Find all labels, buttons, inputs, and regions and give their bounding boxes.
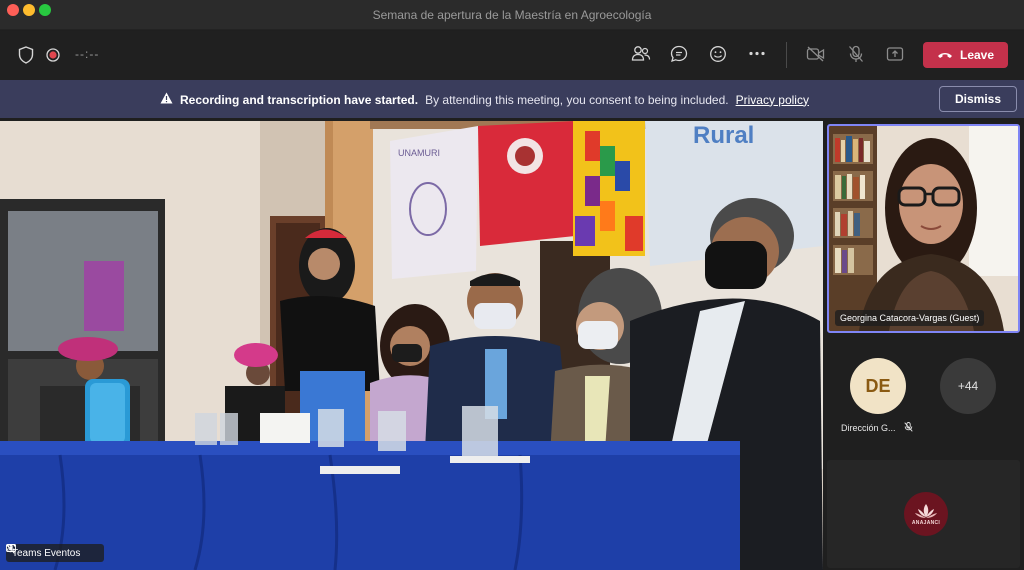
teams-meeting-window: Semana de apertura de la Maestría en Agr… — [0, 0, 1024, 570]
banner-unamuri-text: UNAMURI — [398, 148, 440, 158]
share-icon[interactable] — [886, 46, 904, 62]
banner-rural-text: Rural — [693, 122, 754, 149]
record-icon — [46, 48, 60, 62]
self-view-tile[interactable]: ANAJANCI — [827, 460, 1020, 568]
main-video-stream: UNAMURI Rural Teams Eventos — [0, 121, 823, 570]
dismiss-button[interactable]: Dismiss — [939, 86, 1017, 112]
shield-icon[interactable] — [18, 46, 34, 64]
mic-off-icon[interactable] — [848, 45, 864, 63]
window-title: Semana de apertura de la Maestría en Agr… — [372, 8, 652, 22]
privacy-policy-link[interactable]: Privacy policy — [736, 93, 809, 107]
toolbar-divider — [786, 42, 787, 68]
speaker-video — [829, 126, 1018, 331]
active-speaker-tile[interactable]: Georgina Catacora-Vargas (Guest) — [827, 124, 1020, 333]
meeting-toolbar: --:-- Leave — [0, 31, 1024, 80]
camera-off-icon[interactable] — [806, 46, 826, 62]
speaker-name-tag: Georgina Catacora-Vargas (Guest) — [835, 310, 985, 326]
presenter-name: Teams Eventos — [12, 547, 81, 559]
title-bar: Semana de apertura de la Maestría en Agr… — [0, 0, 1024, 30]
participants-panel: Georgina Catacora-Vargas (Guest) DE +44 … — [823, 121, 1024, 570]
anajanci-logo-text: ANAJANCI — [911, 519, 941, 526]
leave-label: Leave — [959, 48, 995, 62]
lotus-icon — [915, 503, 937, 518]
people-icon[interactable] — [631, 45, 651, 63]
more-icon[interactable] — [749, 51, 765, 56]
event-video-frame: UNAMURI Rural — [0, 121, 823, 570]
participant-de-name: Dirección G... — [841, 423, 896, 433]
more-participants-button[interactable]: +44 — [940, 358, 996, 414]
participant-de-label: Dirección G... — [841, 422, 913, 434]
chat-icon[interactable] — [670, 45, 688, 63]
recording-banner: Recording and transcription have started… — [0, 80, 1024, 118]
meeting-timer: --:-- — [75, 47, 100, 61]
banner-message: By attending this meeting, you consent t… — [425, 92, 729, 107]
banner-title: Recording and transcription have started… — [180, 92, 419, 107]
warning-icon — [160, 92, 173, 107]
main-video-name-tag: Teams Eventos — [6, 544, 105, 562]
reactions-icon[interactable] — [709, 45, 727, 63]
participant-avatar-de[interactable]: DE — [850, 358, 906, 414]
participant-mic-off-icon — [903, 422, 913, 434]
phone-icon — [937, 48, 953, 62]
leave-button[interactable]: Leave — [923, 42, 1008, 68]
anajanci-logo: ANAJANCI — [904, 492, 948, 536]
